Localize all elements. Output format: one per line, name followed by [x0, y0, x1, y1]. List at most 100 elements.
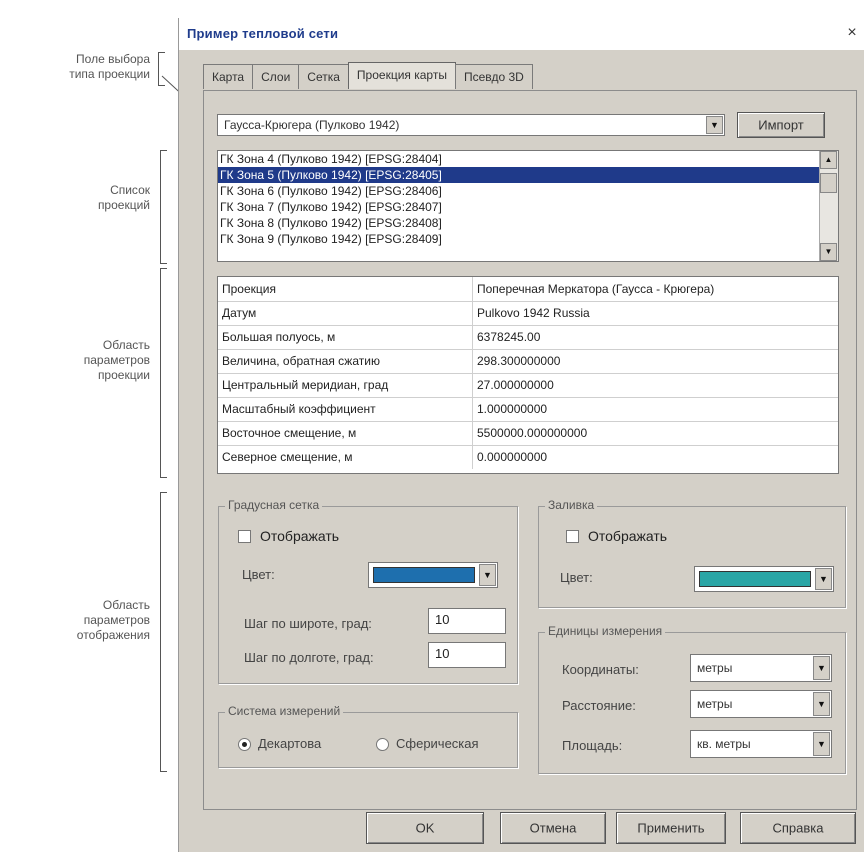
param-name: Масштабный коэффициент [222, 402, 376, 416]
window-title: Пример тепловой сети [187, 26, 339, 41]
fill-group: Заливка [538, 498, 846, 608]
annotation-projection-selector: Поле выбора типа проекции [0, 52, 150, 82]
param-value[interactable]: 27.000000000 [472, 373, 817, 397]
scroll-up-icon[interactable]: ▲ [820, 151, 837, 169]
chevron-down-icon[interactable]: ▼ [706, 116, 723, 134]
annotation-line: проекции [97, 368, 150, 382]
list-item-selected[interactable]: ГК Зона 5 (Пулково 1942) [EPSG:28405] [218, 167, 838, 183]
title-bar: Пример тепловой сети × [179, 18, 864, 50]
lat-step-input[interactable]: 10 [428, 608, 506, 634]
radio-spherical[interactable] [376, 738, 389, 751]
param-value[interactable]: 0.000000000 [472, 445, 817, 469]
coordinates-label: Координаты: [562, 662, 639, 677]
dropdown-glyph: ▼ [817, 663, 826, 673]
fill-color-select[interactable]: ▼ [694, 566, 834, 592]
chevron-down-icon[interactable]: ▼ [479, 564, 496, 586]
fill-show-checkbox[interactable] [566, 530, 579, 543]
projection-list[interactable]: ГК Зона 4 (Пулково 1942) [EPSG:28404] ГК… [217, 150, 839, 262]
distance-unit-select[interactable]: метры ▼ [690, 690, 832, 718]
graticule-color-select[interactable]: ▼ [368, 562, 498, 588]
tab-pseudo-3d[interactable]: Псевдо 3D [454, 64, 533, 89]
list-item[interactable]: ГК Зона 4 (Пулково 1942) [EPSG:28404] [218, 151, 838, 167]
param-name: Датум [222, 306, 257, 320]
apply-button[interactable]: Применить [616, 812, 726, 844]
table-row: Датум Pulkovo 1942 Russia [218, 301, 838, 326]
fill-show-label[interactable]: Отображать [588, 528, 667, 544]
lon-step-label: Шаг по долготе, град: [244, 650, 374, 665]
annotation-line: типа проекции [69, 67, 150, 81]
tab-map-projection[interactable]: Проекция карты [347, 62, 456, 89]
scroll-thumb[interactable] [820, 173, 837, 193]
list-item[interactable]: ГК Зона 6 (Пулково 1942) [EPSG:28406] [218, 183, 838, 199]
measurement-system-title: Система измерений [225, 704, 344, 718]
annotation-line: Область [102, 338, 150, 352]
dropdown-glyph: ▼ [817, 739, 826, 749]
annotation-projection-list: Список проекций [0, 183, 150, 213]
list-scrollbar[interactable]: ▲ ▼ [819, 151, 838, 261]
param-name: Северное смещение, м [222, 450, 353, 464]
graticule-show-checkbox[interactable] [238, 530, 251, 543]
tab-layers[interactable]: Слои [252, 64, 300, 89]
fill-color-swatch [699, 571, 811, 587]
coordinates-unit-value: метры [697, 661, 733, 675]
list-item[interactable]: ГК Зона 7 (Пулково 1942) [EPSG:28407] [218, 199, 838, 215]
close-icon[interactable]: × [843, 24, 861, 42]
annotation-bracket [160, 150, 167, 264]
cancel-label: Отмена [529, 820, 577, 836]
area-unit-value: кв. метры [697, 737, 751, 751]
param-value[interactable]: 6378245.00 [472, 325, 817, 349]
tab-grid[interactable]: Сетка [298, 64, 349, 89]
radio-cartesian[interactable] [238, 738, 251, 751]
param-value[interactable]: 5500000.000000000 [472, 421, 817, 445]
projection-type-value: Гаусса-Крюгера (Пулково 1942) [224, 118, 400, 132]
table-row: Проекция Поперечная Меркатора (Гаусса - … [218, 277, 838, 302]
list-item[interactable]: ГК Зона 8 (Пулково 1942) [EPSG:28408] [218, 215, 838, 231]
annotation-projection-params: Область параметров проекции [0, 338, 150, 383]
table-row: Северное смещение, м 0.000000000 [218, 445, 838, 469]
param-value[interactable]: 298.300000000 [472, 349, 817, 373]
annotation-line: Список [110, 183, 150, 197]
graticule-color-swatch [373, 567, 475, 583]
dropdown-glyph: ▼ [483, 570, 492, 580]
help-button[interactable]: Справка [740, 812, 856, 844]
area-label: Площадь: [562, 738, 623, 753]
cancel-button[interactable]: Отмена [500, 812, 606, 844]
list-item[interactable]: ГК Зона 9 (Пулково 1942) [EPSG:28409] [218, 231, 838, 247]
radio-dot [242, 742, 247, 747]
annotation-bracket [160, 492, 167, 772]
chevron-down-icon[interactable]: ▼ [813, 656, 830, 680]
param-name: Величина, обратная сжатию [222, 354, 380, 368]
fill-color-label: Цвет: [560, 570, 593, 585]
scroll-down-icon[interactable]: ▼ [820, 243, 837, 261]
projection-type-select[interactable]: Гаусса-Крюгера (Пулково 1942) ▼ [217, 114, 725, 136]
param-name: Большая полуось, м [222, 330, 336, 344]
lon-step-input[interactable]: 10 [428, 642, 506, 668]
graticule-title: Градусная сетка [225, 498, 323, 512]
distance-label: Расстояние: [562, 698, 636, 713]
chevron-down-icon[interactable]: ▼ [813, 732, 830, 756]
dropdown-glyph: ▼ [710, 120, 719, 130]
annotation-line: отображения [76, 628, 150, 642]
tab-map[interactable]: Карта [203, 64, 254, 89]
radio-spherical-label[interactable]: Сферическая [396, 736, 479, 751]
area-unit-select[interactable]: кв. метры ▼ [690, 730, 832, 758]
annotation-bracket [160, 268, 167, 478]
param-value[interactable]: Поперечная Меркатора (Гаусса - Крюгера) [472, 277, 817, 301]
table-row: Масштабный коэффициент 1.000000000 [218, 397, 838, 422]
import-button[interactable]: Импорт [737, 112, 825, 138]
tab-strip: Карта Слои Сетка Проекция карты Псевдо 3… [203, 62, 533, 90]
param-value[interactable]: Pulkovo 1942 Russia [472, 301, 817, 325]
table-row: Центральный меридиан, град 27.000000000 [218, 373, 838, 398]
lat-step-label: Шаг по широте, град: [244, 616, 372, 631]
chevron-down-icon[interactable]: ▼ [813, 692, 830, 716]
dropdown-glyph: ▼ [819, 574, 828, 584]
radio-cartesian-label[interactable]: Декартова [258, 736, 321, 751]
ok-button[interactable]: OK [366, 812, 484, 844]
graticule-show-label[interactable]: Отображать [260, 528, 339, 544]
param-value[interactable]: 1.000000000 [472, 397, 817, 421]
chevron-down-icon[interactable]: ▼ [815, 568, 832, 590]
annotation-line: параметров [83, 613, 150, 627]
param-name: Центральный меридиан, град [222, 378, 389, 392]
coordinates-unit-select[interactable]: метры ▼ [690, 654, 832, 682]
table-row: Восточное смещение, м 5500000.000000000 [218, 421, 838, 446]
